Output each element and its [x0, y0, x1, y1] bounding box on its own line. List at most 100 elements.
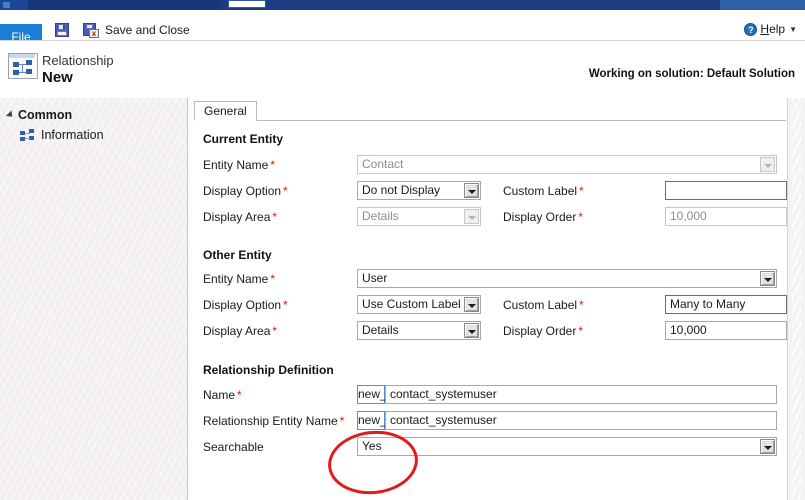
required-marker: * [579, 184, 584, 198]
required-marker: * [270, 158, 276, 172]
required-marker: * [579, 298, 584, 312]
window-app-icon [3, 2, 10, 8]
window-title-bar [0, 0, 805, 10]
nav-group-label: Common [18, 108, 73, 122]
help-button[interactable]: ? Help ▼ [744, 22, 797, 36]
label-text: Searchable [203, 440, 264, 454]
display-option-other-value: Use Custom Label [362, 297, 461, 311]
save-button[interactable] [50, 20, 74, 40]
field-label-display-option-current: Display Option * [203, 184, 288, 198]
help-icon: ? [744, 22, 758, 36]
record-header: Relationship New Working on solution: De… [0, 41, 805, 98]
save-and-close-button[interactable]: x Save and Close [79, 20, 194, 40]
required-marker: * [578, 324, 584, 338]
display-order-current-input[interactable]: 10,000 [665, 207, 787, 226]
left-navigation-pane: Common Information [0, 98, 188, 500]
field-label-custom-label-other: Custom Label * [503, 298, 584, 312]
field-label-searchable: Searchable [203, 440, 264, 454]
required-marker: * [283, 184, 288, 198]
label-text: Display Order [503, 210, 577, 224]
chevron-down-icon[interactable] [464, 297, 479, 312]
save-and-close-icon: x [83, 22, 100, 38]
relationship-entity-name-input[interactable]: contact_systemuser [385, 411, 777, 430]
label-text: Display Order [503, 324, 577, 338]
display-area-current-dropdown[interactable]: Details [357, 207, 481, 226]
display-option-current-value: Do not Display [362, 183, 441, 197]
window-title-notch [218, 0, 805, 10]
label-text: Custom Label [503, 298, 578, 312]
sidebar-item-information[interactable]: Information [20, 128, 104, 142]
label-text: Custom Label [503, 184, 578, 198]
chevron-down-icon[interactable] [464, 323, 479, 338]
custom-label-current-input[interactable] [665, 181, 787, 200]
relationship-icon [20, 128, 35, 142]
entity-name-other-value: User [362, 271, 388, 285]
field-label-display-order-current: Display Order * [503, 210, 583, 224]
label-text: Entity Name [203, 272, 269, 286]
ribbon-toolbar: File x Save and Close ? Help ▼ [0, 10, 805, 50]
label-text: Display Area [203, 210, 271, 224]
field-label-display-option-other: Display Option * [203, 298, 288, 312]
relationship-icon [8, 53, 38, 81]
field-label-custom-label-current: Custom Label * [503, 184, 584, 198]
field-label-entity-name-other: Entity Name * [203, 272, 275, 286]
chevron-down-icon: ▼ [789, 24, 797, 34]
entity-name-current-dropdown[interactable]: Contact [357, 155, 777, 174]
field-label-display-area-current: Display Area * [203, 210, 277, 224]
page-title: New [42, 69, 73, 86]
chevron-down-icon[interactable] [760, 271, 775, 286]
relationship-entity-name-prefix-box: new_ [357, 411, 387, 430]
custom-label-other-input[interactable]: Many to Many [665, 295, 787, 314]
collapse-triangle-icon[interactable] [5, 110, 16, 120]
field-label-display-order-other: Display Order * [503, 324, 583, 338]
section-title-current-entity: Current Entity [203, 132, 284, 146]
chevron-down-icon[interactable] [760, 157, 775, 172]
label-text: Entity Name [203, 158, 269, 172]
searchable-value: Yes [362, 439, 382, 453]
save-and-close-label: Save and Close [105, 23, 190, 37]
entity-name-current-value: Contact [362, 157, 404, 171]
ribbon-command-group: x Save and Close [50, 18, 194, 42]
field-label-relationship-entity-name: Relationship Entity Name * [203, 414, 344, 428]
display-area-other-dropdown[interactable]: Details [357, 321, 481, 340]
display-option-current-dropdown[interactable]: Do not Display [357, 181, 481, 200]
vertical-scrollbar[interactable] [787, 98, 805, 500]
name-input[interactable]: contact_systemuser [385, 385, 777, 404]
window-controls[interactable] [720, 0, 805, 10]
display-option-other-dropdown[interactable]: Use Custom Label [357, 295, 481, 314]
record-type-label: Relationship [42, 53, 114, 68]
label-text: Display Option [203, 184, 282, 198]
help-label-rest: elp [769, 22, 786, 36]
required-marker: * [283, 298, 288, 312]
tab-general[interactable]: General [194, 101, 257, 121]
name-prefix-box: new_ [357, 385, 387, 404]
required-marker: * [578, 210, 584, 224]
entity-name-other-dropdown[interactable]: User [357, 269, 777, 288]
chevron-down-icon[interactable] [760, 439, 775, 454]
help-label-mnemonic: H [760, 22, 770, 36]
form-body: General Current Entity Entity Name * Cont… [189, 98, 787, 500]
window-system-menu[interactable] [0, 0, 28, 10]
label-text: Relationship Entity Name [203, 414, 338, 428]
nav-background-texture [0, 98, 187, 500]
label-text: Display Area [203, 324, 271, 338]
field-label-entity-name: Entity Name * [203, 158, 275, 172]
section-title-other-entity: Other Entity [203, 248, 272, 262]
solution-status: Working on solution: Default Solution [588, 68, 795, 80]
searchable-dropdown[interactable]: Yes [357, 437, 777, 456]
required-marker: * [272, 210, 278, 224]
required-marker: * [272, 324, 278, 338]
display-area-current-value: Details [362, 209, 399, 223]
chevron-down-icon[interactable] [464, 209, 479, 224]
sidebar-item-label: Information [41, 128, 104, 142]
display-order-other-input[interactable]: 10,000 [665, 321, 787, 340]
label-text: Display Option [203, 298, 282, 312]
chevron-down-icon[interactable] [464, 183, 479, 198]
save-icon [54, 22, 70, 38]
required-marker: * [237, 388, 242, 402]
help-label: Help [760, 22, 785, 36]
scrollbar-track[interactable] [792, 98, 801, 500]
nav-group-common[interactable]: Common [5, 108, 73, 122]
tab-strip-underline [194, 120, 786, 121]
display-area-other-value: Details [362, 323, 399, 337]
